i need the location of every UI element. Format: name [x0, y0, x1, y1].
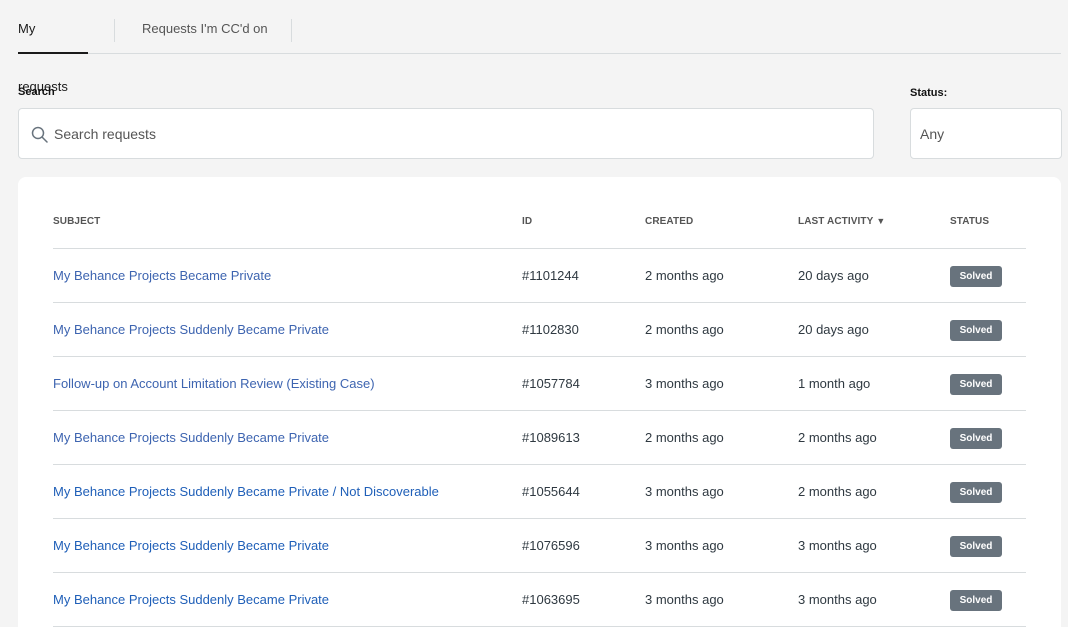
- request-created: 2 months ago: [645, 322, 724, 337]
- table-row: My Behance Projects Suddenly Became Priv…: [53, 411, 1026, 465]
- header-last-activity-label: LAST ACTIVITY: [798, 216, 874, 227]
- request-last-activity: 3 months ago: [798, 592, 877, 607]
- status-badge: Solved: [950, 590, 1002, 611]
- header-created[interactable]: CREATED: [645, 216, 693, 227]
- request-last-activity: 2 months ago: [798, 430, 877, 445]
- request-subject-link[interactable]: Follow-up on Account Limitation Review (…: [53, 357, 375, 411]
- status-badge: Solved: [950, 266, 1002, 287]
- request-subject-link[interactable]: My Behance Projects Suddenly Became Priv…: [53, 519, 329, 573]
- request-id: #1076596: [522, 538, 580, 553]
- header-last-activity[interactable]: LAST ACTIVITY ▼: [798, 216, 885, 227]
- request-subject-link[interactable]: My Behance Projects Suddenly Became Priv…: [53, 573, 329, 627]
- request-last-activity: 3 months ago: [798, 538, 877, 553]
- request-last-activity: 2 months ago: [798, 484, 877, 499]
- table-row: My Behance Projects Suddenly Became Priv…: [53, 465, 1026, 519]
- request-id: #1089613: [522, 430, 580, 445]
- request-id: #1102830: [522, 322, 579, 337]
- request-id: #1057784: [522, 376, 580, 391]
- request-last-activity: 20 days ago: [798, 322, 869, 337]
- status-badge: Solved: [950, 320, 1002, 341]
- request-created: 3 months ago: [645, 484, 724, 499]
- request-subject-link[interactable]: My Behance Projects Suddenly Became Priv…: [53, 465, 439, 519]
- sort-descending-icon: ▼: [876, 216, 886, 226]
- request-id: #1055644: [522, 484, 580, 499]
- requests-page: My requests Requests I'm CC'd on Search …: [0, 0, 1068, 627]
- request-created: 2 months ago: [645, 430, 724, 445]
- tab-my-requests[interactable]: My requests: [18, 0, 88, 94]
- status-badge: Solved: [950, 428, 1002, 449]
- header-status[interactable]: STATUS: [950, 216, 989, 227]
- header-subject[interactable]: SUBJECT: [53, 216, 100, 227]
- request-last-activity: 1 month ago: [798, 376, 871, 391]
- request-last-activity: 20 days ago: [798, 268, 869, 283]
- status-label: Status:: [910, 87, 948, 99]
- table-row: My Behance Projects Suddenly Became Priv…: [53, 519, 1026, 573]
- header-id[interactable]: ID: [522, 216, 532, 227]
- table-row: My Behance Projects Became Private #1101…: [53, 249, 1026, 303]
- table-header: SUBJECT ID CREATED LAST ACTIVITY ▼ STATUS: [53, 207, 1026, 249]
- status-badge: Solved: [950, 374, 1002, 395]
- search-box[interactable]: [18, 108, 874, 159]
- request-id: #1101244: [522, 268, 579, 283]
- status-badge: Solved: [950, 482, 1002, 503]
- request-tabs: My requests Requests I'm CC'd on: [18, 0, 1061, 94]
- requests-table-card: SUBJECT ID CREATED LAST ACTIVITY ▼ STATUS…: [18, 177, 1061, 627]
- tab-cc-requests[interactable]: Requests I'm CC'd on: [142, 0, 292, 54]
- table-row: My Behance Projects Suddenly Became Priv…: [53, 573, 1026, 627]
- request-created: 3 months ago: [645, 592, 724, 607]
- table-body: My Behance Projects Became Private #1101…: [53, 249, 1026, 627]
- tab-divider: [114, 19, 115, 42]
- request-id: #1063695: [522, 592, 580, 607]
- request-subject-link[interactable]: My Behance Projects Became Private: [53, 249, 271, 303]
- request-created: 3 months ago: [645, 376, 724, 391]
- table-row: My Behance Projects Suddenly Became Priv…: [53, 303, 1026, 357]
- request-subject-link[interactable]: My Behance Projects Suddenly Became Priv…: [53, 303, 329, 357]
- tab-divider: [291, 19, 292, 42]
- request-created: 2 months ago: [645, 268, 724, 283]
- status-badge: Solved: [950, 536, 1002, 557]
- request-subject-link[interactable]: My Behance Projects Suddenly Became Priv…: [53, 411, 329, 465]
- search-icon: [31, 126, 48, 143]
- status-select[interactable]: Any: [910, 108, 1062, 159]
- table-row: Follow-up on Account Limitation Review (…: [53, 357, 1026, 411]
- search-input[interactable]: [54, 109, 854, 158]
- search-label: Search: [18, 86, 55, 98]
- request-created: 3 months ago: [645, 538, 724, 553]
